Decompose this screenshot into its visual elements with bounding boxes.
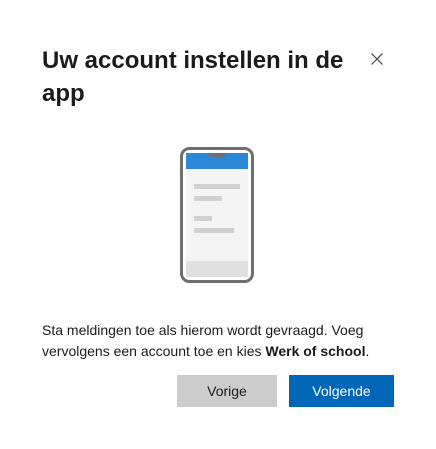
back-button[interactable]: Vorige	[177, 375, 277, 407]
instruction-text: Sta meldingen toe als hierom wordt gevra…	[42, 320, 402, 362]
next-button[interactable]: Volgende	[289, 375, 394, 407]
instruction-text-part2: .	[365, 343, 370, 359]
setup-dialog: Uw account instellen in de app Sta meldi…	[0, 0, 436, 449]
close-button[interactable]	[367, 49, 387, 69]
phone-illustration-icon	[180, 147, 254, 283]
instruction-text-bold: Werk of school	[265, 343, 366, 359]
close-icon	[367, 49, 387, 69]
dialog-title: Uw account instellen in de app	[42, 47, 344, 107]
